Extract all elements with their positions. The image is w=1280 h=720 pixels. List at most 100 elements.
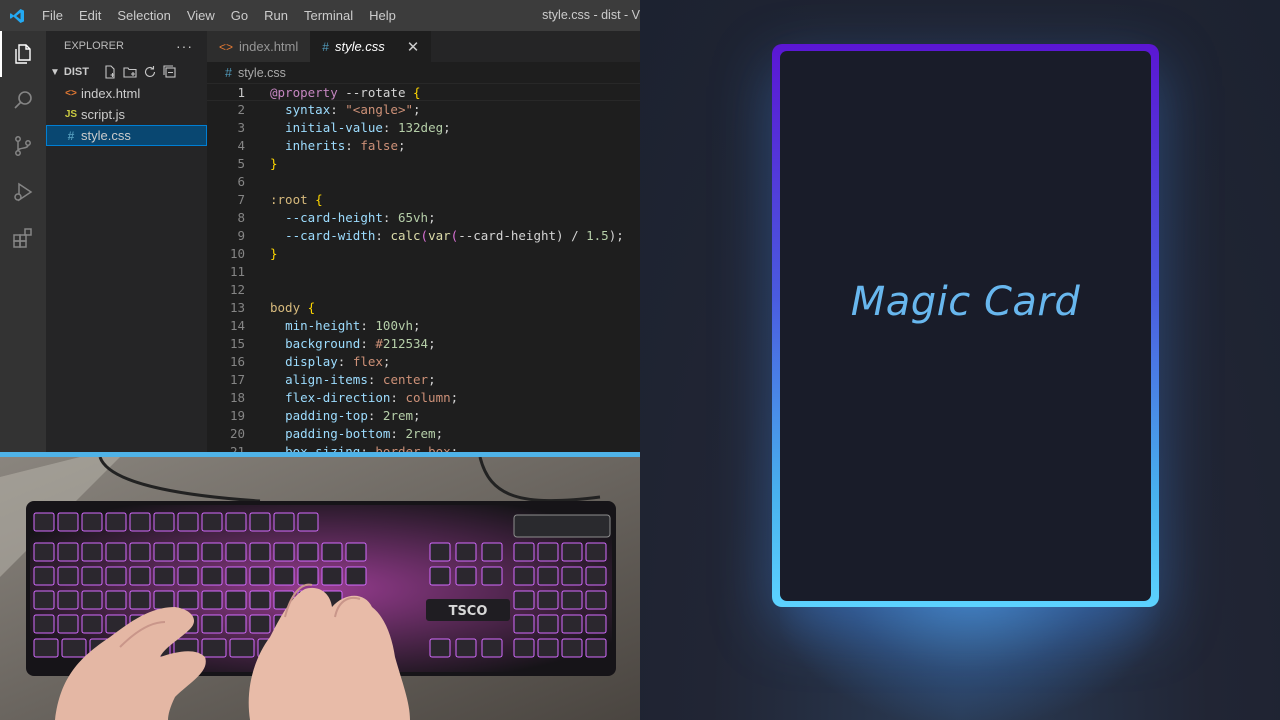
key [513, 566, 535, 586]
code-line[interactable]: 17 align-items: center; [207, 371, 640, 389]
menu-go[interactable]: Go [223, 0, 256, 31]
file-label: style.css [81, 128, 131, 143]
menu-view[interactable]: View [179, 0, 223, 31]
file-style-css[interactable]: # style.css [46, 125, 207, 146]
file-label: script.js [81, 107, 126, 122]
code-text: :root { [270, 192, 323, 207]
line-number: 12 [229, 282, 245, 297]
key [249, 512, 271, 532]
key [561, 566, 583, 586]
code-line[interactable]: 11 [207, 263, 640, 281]
key [81, 566, 103, 586]
code-line[interactable]: 16 display: flex; [207, 353, 640, 371]
run-debug-icon[interactable] [0, 169, 46, 215]
vscode-window: File Edit Selection View Go Run Terminal… [0, 0, 640, 452]
code-text: box-sizing: border-box; [285, 444, 459, 452]
tab-label: style.css [334, 39, 385, 54]
key [225, 566, 247, 586]
key [297, 566, 319, 586]
menu-edit[interactable]: Edit [71, 0, 109, 31]
key [57, 542, 79, 562]
code-line[interactable]: 6 [207, 173, 640, 191]
code-line[interactable]: 19 padding-top: 2rem; [207, 407, 640, 425]
key [33, 614, 55, 634]
breadcrumb[interactable]: # style.css [207, 62, 640, 84]
code-line[interactable]: 5} [207, 155, 640, 173]
key [561, 542, 583, 562]
line-number: 7 [237, 192, 245, 207]
line-number: 10 [229, 246, 245, 261]
key [561, 614, 583, 634]
editor-area: <> index.html # style.css ✕ # style.css … [207, 31, 640, 452]
key [201, 614, 223, 634]
file-script-js[interactable]: JS script.js [46, 104, 207, 125]
code-line[interactable]: 12 [207, 281, 640, 299]
css-file-icon: # [67, 128, 75, 143]
code-line[interactable]: 21 box-sizing: border-box; [207, 443, 640, 452]
key [57, 614, 79, 634]
explorer-icon[interactable] [0, 31, 46, 77]
close-icon[interactable]: ✕ [407, 38, 420, 56]
key [81, 590, 103, 610]
tab-index-html[interactable]: <> index.html [207, 31, 311, 62]
key [201, 512, 223, 532]
code-line[interactable]: 14 min-height: 100vh; [207, 317, 640, 335]
code-line[interactable]: 15 background: #212534; [207, 335, 640, 353]
js-file-icon: JS [64, 109, 78, 120]
code-text: display: flex; [285, 354, 391, 369]
new-file-icon[interactable] [103, 65, 117, 79]
code-line[interactable]: 10} [207, 245, 640, 263]
menu-selection[interactable]: Selection [109, 0, 178, 31]
code-line[interactable]: 3 initial-value: 132deg; [207, 119, 640, 137]
source-control-icon[interactable] [0, 123, 46, 169]
key [201, 590, 223, 610]
vscode-logo-icon[interactable] [0, 0, 34, 31]
more-actions-icon[interactable]: ··· [176, 38, 193, 54]
key [513, 542, 535, 562]
key [177, 512, 199, 532]
key [481, 566, 503, 586]
collapse-all-icon[interactable] [163, 65, 177, 79]
extensions-icon[interactable] [0, 215, 46, 261]
folder-dist[interactable]: ▼ DIST [46, 61, 207, 83]
code-line[interactable]: 7 :root { [207, 191, 640, 209]
code-text: inherits: false; [285, 138, 406, 153]
key [513, 638, 535, 658]
line-number: 6 [237, 174, 245, 189]
key [297, 542, 319, 562]
key [177, 590, 199, 610]
code-line[interactable]: 20 padding-bottom: 2rem; [207, 425, 640, 443]
key [273, 512, 295, 532]
code-line[interactable]: 1 @property --rotate { [207, 83, 640, 101]
code-text: align-items: center; [285, 372, 436, 387]
menu-run[interactable]: Run [256, 0, 296, 31]
file-index-html[interactable]: <> index.html [46, 83, 207, 104]
menu-help[interactable]: Help [361, 0, 404, 31]
menu-file[interactable]: File [34, 0, 71, 31]
line-number: 14 [229, 318, 245, 333]
menu-terminal[interactable]: Terminal [296, 0, 361, 31]
code-line[interactable]: 4 inherits: false; [207, 137, 640, 155]
key [455, 542, 477, 562]
activity-bar [0, 31, 46, 452]
menu-bar: File Edit Selection View Go Run Terminal… [34, 0, 404, 31]
search-icon[interactable] [0, 77, 46, 123]
code-text: --card-width: calc(var(--card-height) / … [285, 228, 624, 243]
code-text: --card-height: 65vh; [285, 210, 436, 225]
refresh-icon[interactable] [143, 65, 157, 79]
key [585, 542, 607, 562]
magic-card[interactable]: Magic Card [780, 51, 1151, 601]
code-line[interactable]: 8 --card-height: 65vh; [207, 209, 640, 227]
key [585, 614, 607, 634]
code-text: syntax: "<angle>"; [285, 102, 421, 117]
code-line[interactable]: 2 syntax: "<angle>"; [207, 101, 640, 119]
line-number: 9 [237, 228, 245, 243]
key [537, 614, 559, 634]
code-line[interactable]: 18 flex-direction: column; [207, 389, 640, 407]
new-folder-icon[interactable] [123, 65, 137, 79]
line-number: 13 [229, 300, 245, 315]
window-title: style.css - dist - V [542, 8, 640, 22]
code-line[interactable]: 13 body { [207, 299, 640, 317]
tab-style-css[interactable]: # style.css ✕ [310, 31, 432, 62]
code-line[interactable]: 9 --card-width: calc(var(--card-height) … [207, 227, 640, 245]
